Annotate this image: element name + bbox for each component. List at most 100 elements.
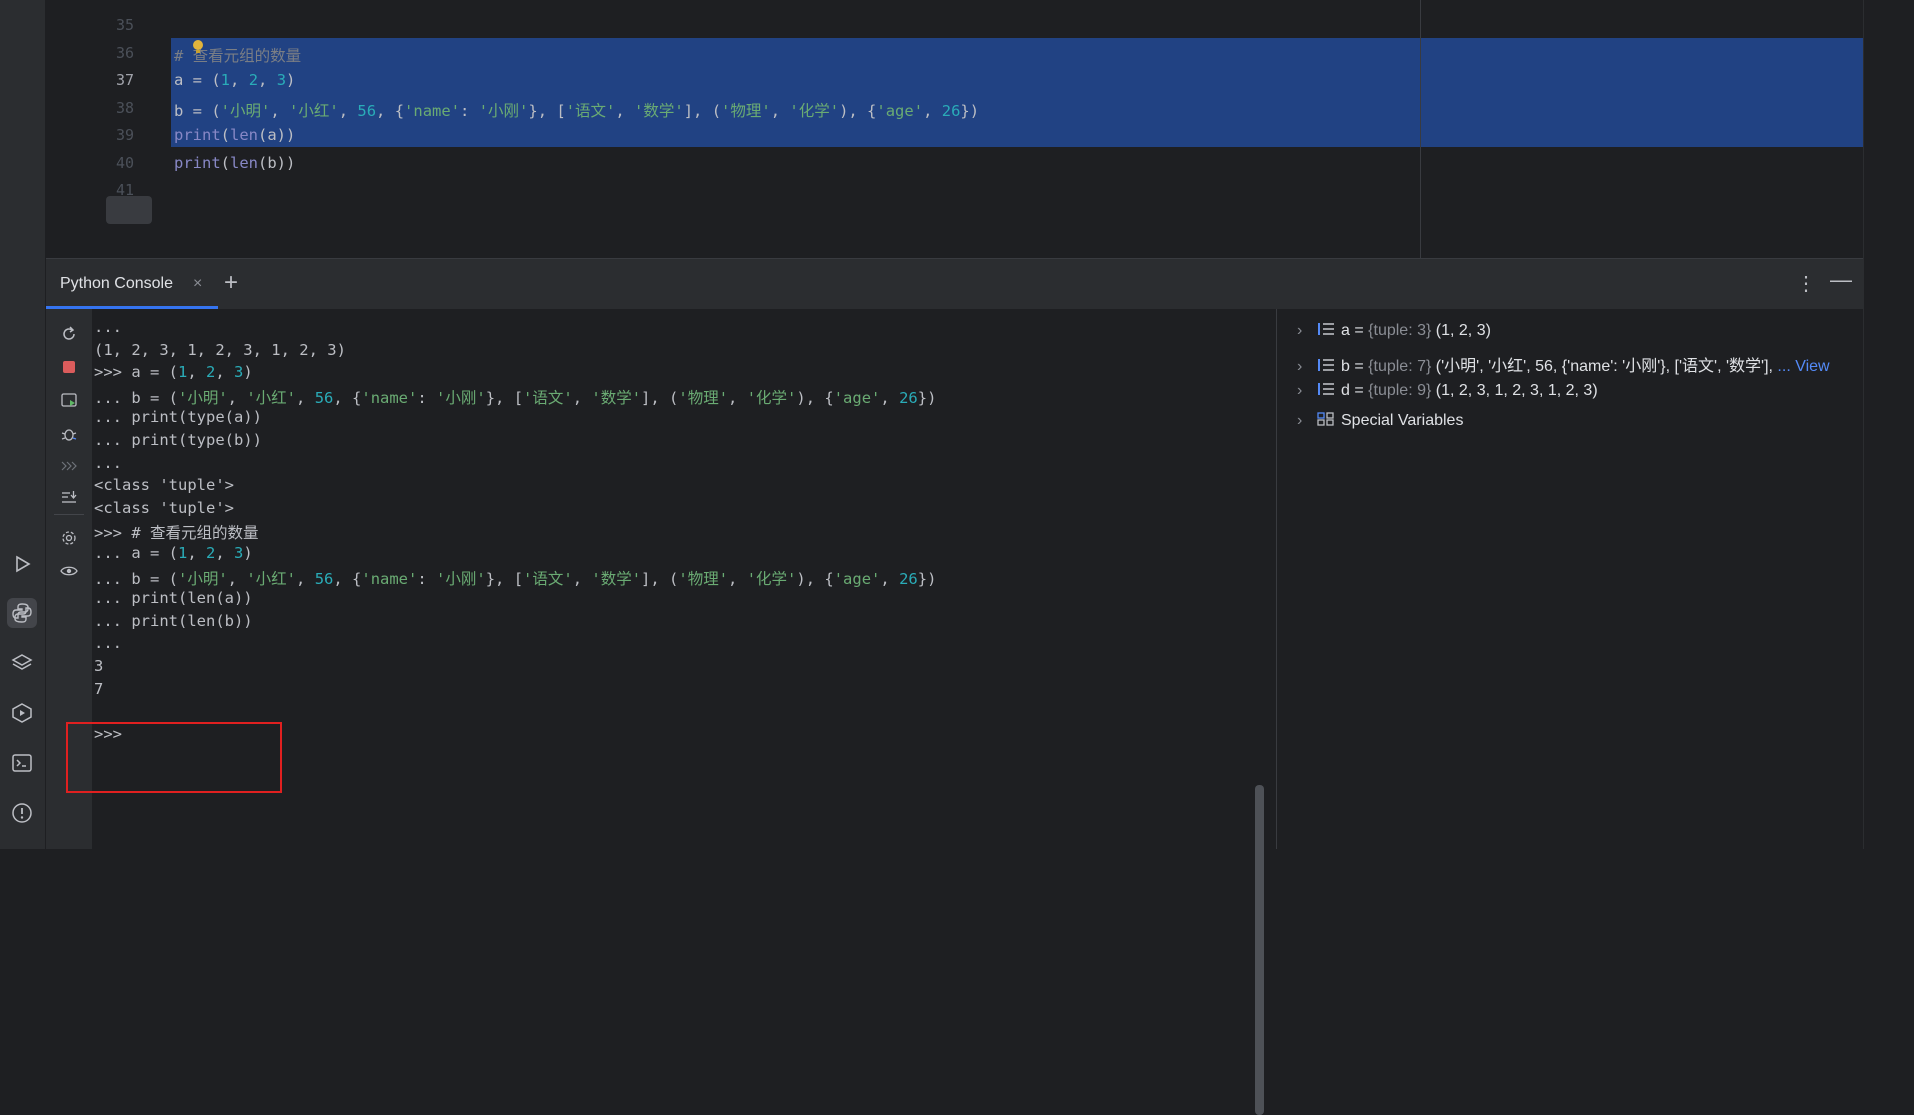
console-token: 56 bbox=[314, 569, 334, 588]
tab-python-console[interactable]: Python Console bbox=[60, 275, 173, 293]
console-line: ... bbox=[94, 634, 122, 652]
console-token: 'age' bbox=[833, 388, 881, 407]
code-token: , bbox=[338, 101, 358, 120]
variable-type: {tuple: 3} bbox=[1368, 322, 1432, 339]
console-token: '语文' bbox=[523, 388, 573, 407]
console-token: (1, 2, 3, 1, 2, 3, 1, 2, 3) bbox=[94, 340, 346, 359]
console-token: '小红' bbox=[246, 569, 297, 588]
code-token: len bbox=[230, 153, 259, 172]
variable-row-d[interactable]: › d = {tuple: 9} (1, 2, 3, 1, 2, 3, 1, 2,… bbox=[1297, 382, 1598, 400]
close-icon[interactable]: × bbox=[193, 275, 202, 293]
console-line: 3 bbox=[94, 657, 103, 675]
console-token: , bbox=[880, 569, 900, 588]
console-line: ... print(type(b)) bbox=[94, 431, 262, 449]
left-tool-strip bbox=[0, 0, 46, 849]
settings-icon[interactable] bbox=[58, 527, 80, 549]
code-line[interactable]: print(len(a)) bbox=[174, 126, 295, 144]
scroll-to-end-icon[interactable] bbox=[58, 486, 80, 508]
console-token: 3 bbox=[234, 363, 244, 382]
line-number: 35 bbox=[116, 16, 135, 34]
selection-highlight bbox=[171, 38, 1863, 147]
services-icon[interactable] bbox=[7, 698, 37, 728]
code-line[interactable]: a = (1, 2, 3) bbox=[174, 71, 295, 89]
console-token: '小明' bbox=[178, 388, 228, 407]
console-token: <class 'tuple'> bbox=[94, 476, 234, 495]
code-token: ( bbox=[220, 153, 231, 172]
console-output[interactable]: ... (1, 2, 3, 1, 2, 3, 1, 2, 3) >>> a = ( 1… bbox=[66, 309, 1264, 1115]
stop-icon[interactable] bbox=[58, 356, 80, 378]
code-token: ), { bbox=[839, 101, 877, 120]
code-token: }, [ bbox=[528, 101, 566, 120]
console-token: , { bbox=[333, 388, 362, 407]
layers-icon[interactable] bbox=[7, 648, 37, 678]
lightbulb-icon[interactable] bbox=[191, 39, 205, 55]
code-line[interactable]: b = ('小明', '小红', 56, {'name': '小刚'}, ['语… bbox=[174, 99, 979, 121]
terminal-icon[interactable] bbox=[7, 748, 37, 778]
code-token: '数学' bbox=[634, 101, 684, 120]
console-token: , bbox=[296, 388, 315, 407]
console-line: ... print(len(b)) bbox=[94, 612, 253, 630]
right-tool-strip bbox=[1863, 0, 1914, 849]
console-token: <class 'tuple'> bbox=[94, 498, 234, 517]
code-token: '小红' bbox=[289, 101, 339, 120]
expand-arrow-icon[interactable]: › bbox=[1297, 322, 1317, 340]
run-icon[interactable] bbox=[7, 549, 37, 579]
minimize-icon[interactable]: — bbox=[1830, 267, 1852, 293]
console-token: , bbox=[728, 388, 747, 407]
code-token: (b)) bbox=[258, 153, 296, 172]
execute-icon[interactable] bbox=[58, 389, 80, 411]
expand-arrow-icon[interactable]: › bbox=[1297, 358, 1317, 376]
code-token: print bbox=[174, 153, 221, 172]
expand-arrow-icon[interactable]: › bbox=[1297, 412, 1317, 430]
code-line[interactable]: print(len(b)) bbox=[174, 154, 295, 172]
variable-row-b[interactable]: › b = {tuple: 7} ('小明', '小红', 56, {'name'… bbox=[1297, 352, 1830, 376]
console-token: 2 bbox=[206, 544, 216, 562]
code-token: '小刚' bbox=[478, 101, 529, 120]
options-menu-icon[interactable]: ⋮ bbox=[1796, 271, 1816, 296]
variable-name: b bbox=[1341, 358, 1350, 375]
special-variables-row[interactable]: › Special Variables bbox=[1297, 412, 1463, 430]
history-icon[interactable] bbox=[58, 455, 80, 477]
console-token: >>> a = ( bbox=[94, 363, 178, 382]
view-link[interactable]: ... View bbox=[1777, 358, 1829, 375]
code-editor[interactable]: 35 36 37 38 39 40 41 # 查看元组的数量 a = (1, 2, 3) b =… bbox=[46, 0, 1907, 258]
equals-sign: = bbox=[1354, 382, 1364, 399]
console-token: ... bbox=[94, 318, 122, 336]
console-token: 56 bbox=[314, 388, 334, 407]
console-token: , { bbox=[333, 569, 362, 588]
tuple-icon bbox=[1317, 358, 1335, 372]
console-line: <class 'tuple'> bbox=[94, 499, 234, 517]
code-token: '化学' bbox=[789, 101, 840, 120]
code-token: ) bbox=[286, 71, 296, 89]
code-token: 3 bbox=[276, 71, 287, 89]
console-scrollbar[interactable] bbox=[1255, 785, 1264, 1115]
console-token: 'age' bbox=[833, 569, 881, 588]
console-token: ... print(len(a)) bbox=[94, 589, 253, 608]
show-variables-icon[interactable] bbox=[58, 560, 80, 582]
code-token: , bbox=[258, 71, 277, 89]
console-token: , bbox=[880, 388, 900, 407]
console-token: '数学' bbox=[591, 388, 642, 407]
variable-row-a[interactable]: › a = {tuple: 3} (1, 2, 3) bbox=[1297, 322, 1491, 340]
problems-icon[interactable] bbox=[7, 798, 37, 828]
expand-arrow-icon[interactable]: › bbox=[1297, 382, 1317, 400]
console-token: : bbox=[417, 388, 437, 407]
console-token: ... print(type(a)) bbox=[94, 408, 262, 427]
console-token: }, [ bbox=[485, 388, 524, 407]
special-variables-label: Special Variables bbox=[1341, 412, 1464, 429]
console-token: '化学' bbox=[746, 569, 797, 588]
tool-window-header: Python Console × + ⋮ — bbox=[46, 258, 1863, 309]
console-token: ], ( bbox=[641, 569, 679, 588]
debug-icon[interactable] bbox=[58, 423, 80, 445]
console-line: ... bbox=[94, 318, 122, 336]
add-tab-icon[interactable]: + bbox=[224, 269, 238, 297]
console-line: >>> # 查看元组的数量 bbox=[94, 521, 259, 543]
console-token: , bbox=[296, 569, 315, 588]
code-token: , bbox=[615, 101, 635, 120]
fold-handle[interactable] bbox=[106, 196, 152, 224]
rerun-icon[interactable] bbox=[58, 323, 80, 345]
console-token: 1 bbox=[178, 544, 188, 562]
python-console-icon[interactable] bbox=[7, 598, 37, 628]
console-token: , bbox=[227, 569, 247, 588]
console-token: '物理' bbox=[678, 388, 729, 407]
